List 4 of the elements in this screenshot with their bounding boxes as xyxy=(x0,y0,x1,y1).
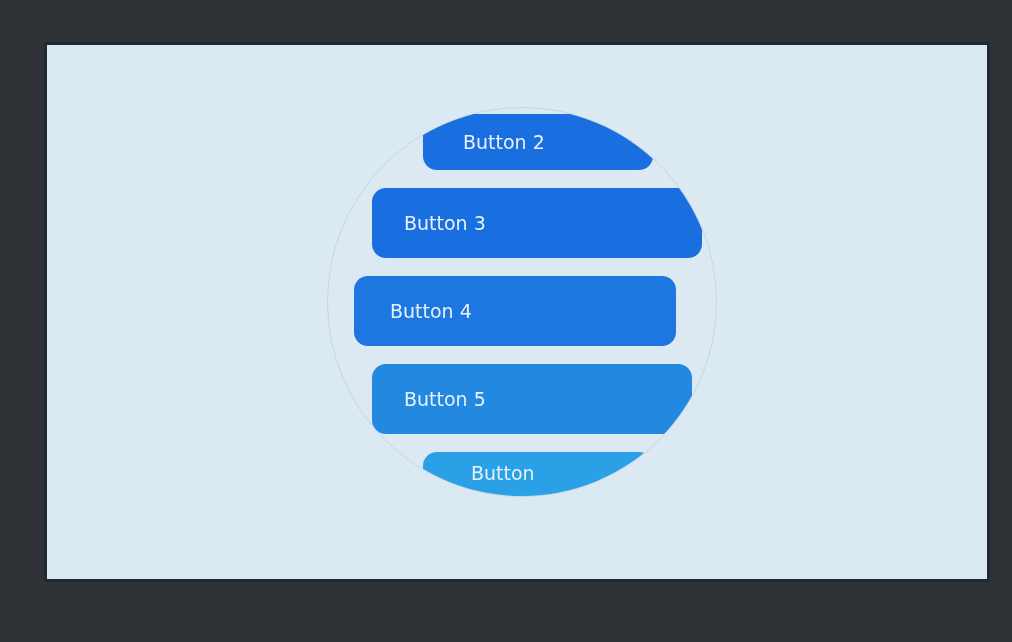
list-button[interactable]: Button 2 xyxy=(423,114,653,170)
list-button[interactable]: Button 4 xyxy=(354,276,676,346)
list-button[interactable]: Button 3 xyxy=(372,188,702,258)
list-button[interactable]: Button 5 xyxy=(372,364,692,434)
